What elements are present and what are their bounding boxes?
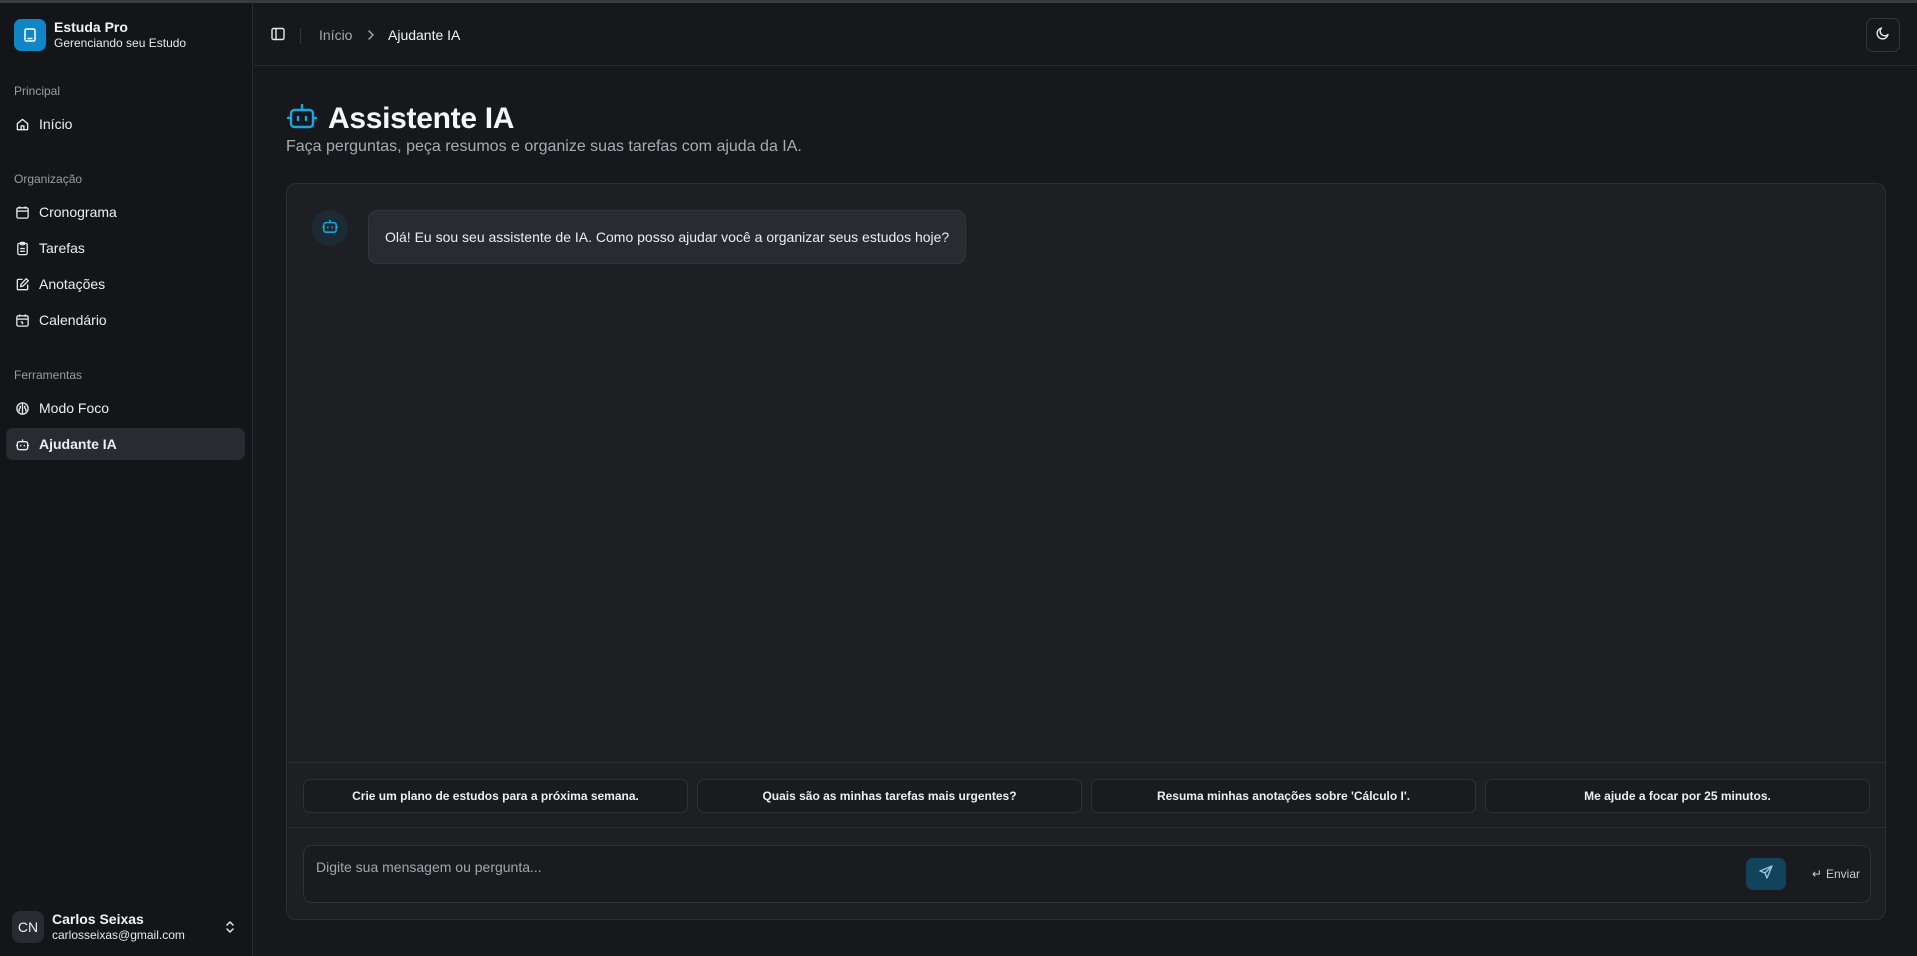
brain-icon: [14, 400, 30, 416]
brand-tagline: Gerenciando seu Estudo: [54, 36, 187, 50]
chevron-right-icon: [364, 27, 378, 43]
book-icon: [14, 19, 46, 51]
avatar: CN: [12, 911, 44, 943]
calendar-icon: [14, 204, 30, 220]
sidebar-item-modo-foco[interactable]: Modo Foco: [6, 392, 245, 424]
user-menu[interactable]: CN Carlos Seixas carlosseixas@gmail.com: [12, 907, 245, 947]
sidebar-item-inicio[interactable]: Início: [6, 108, 245, 140]
group-label-ferramentas: Ferramentas: [14, 368, 83, 382]
sidebar-item-label: Calendário: [39, 312, 107, 328]
send-button[interactable]: [1746, 858, 1786, 890]
sidebar-item-ajudante-ia[interactable]: Ajudante IA: [6, 428, 245, 460]
send-hint: ↵ Enviar: [1812, 867, 1860, 881]
enter-key-icon: ↵: [1811, 867, 1822, 881]
sidebar-item-tarefas[interactable]: Tarefas: [6, 232, 245, 264]
page-header: Assistente IA: [286, 100, 514, 137]
moon-icon: [1875, 25, 1891, 46]
suggestions-bar: Crie um plano de estudos para a próxima …: [287, 762, 1885, 828]
suggestion-chip[interactable]: Resuma minhas anotações sobre 'Cálculo I…: [1091, 779, 1476, 813]
breadcrumb-current: Ajudante IA: [388, 27, 461, 43]
header-divider: [300, 28, 301, 44]
bot-icon: [321, 217, 339, 240]
header: Início Ajudante IA: [254, 3, 1917, 66]
bot-icon: [14, 436, 30, 452]
page-subtitle: Faça perguntas, peça resumos e organize …: [286, 138, 802, 155]
assistant-avatar: [312, 210, 348, 246]
message-input[interactable]: [316, 856, 1516, 878]
edit-note-icon: [14, 276, 30, 292]
assistant-message: Olá! Eu sou seu assistente de IA. Como p…: [368, 210, 967, 264]
sidebar-item-label: Ajudante IA: [39, 436, 117, 452]
breadcrumb-home-link[interactable]: Início: [319, 27, 352, 43]
sidebar-item-anotacoes[interactable]: Anotações: [6, 268, 245, 300]
sidebar-item-calendario[interactable]: Calendário: [6, 304, 245, 336]
send-icon: [1758, 864, 1774, 885]
chevrons-up-down-icon: [223, 919, 237, 940]
suggestion-chip[interactable]: Crie um plano de estudos para a próxima …: [303, 779, 688, 813]
brand-title: Estuda Pro: [54, 19, 128, 35]
sidebar-item-label: Modo Foco: [39, 400, 110, 416]
sidebar-item-label: Tarefas: [39, 240, 85, 256]
message-composer: ↵ Enviar: [303, 845, 1871, 903]
sidebar-item-label: Início: [39, 116, 73, 132]
group-label-organizacao: Organização: [14, 172, 83, 186]
brand[interactable]: Estuda Pro Gerenciando seu Estudo: [14, 19, 186, 51]
group-label-principal: Principal: [14, 84, 61, 98]
send-hint-label: Enviar: [1825, 867, 1860, 881]
clipboard-icon: [14, 240, 30, 256]
page-title: Assistente IA: [328, 101, 515, 135]
sidebar-item-cronograma[interactable]: Cronograma: [6, 196, 245, 228]
user-email: carlosseixas@gmail.com: [52, 928, 185, 942]
calendar-days-icon: [14, 312, 30, 328]
bot-icon: [286, 100, 318, 137]
sidebar-item-label: Cronograma: [39, 204, 117, 220]
suggestion-chip[interactable]: Me ajude a focar por 25 minutos.: [1485, 779, 1870, 813]
suggestion-chip[interactable]: Quais são as minhas tarefas mais urgente…: [697, 779, 1082, 813]
sidebar: Estuda Pro Gerenciando seu Estudo Princi…: [0, 3, 253, 956]
home-icon: [14, 116, 30, 132]
user-name: Carlos Seixas: [52, 911, 144, 927]
sidebar-item-label: Anotações: [39, 276, 106, 292]
sidebar-toggle-icon[interactable]: [270, 26, 288, 44]
chat-panel: Olá! Eu sou seu assistente de IA. Como p…: [286, 183, 1886, 920]
theme-toggle-button[interactable]: [1866, 18, 1900, 52]
